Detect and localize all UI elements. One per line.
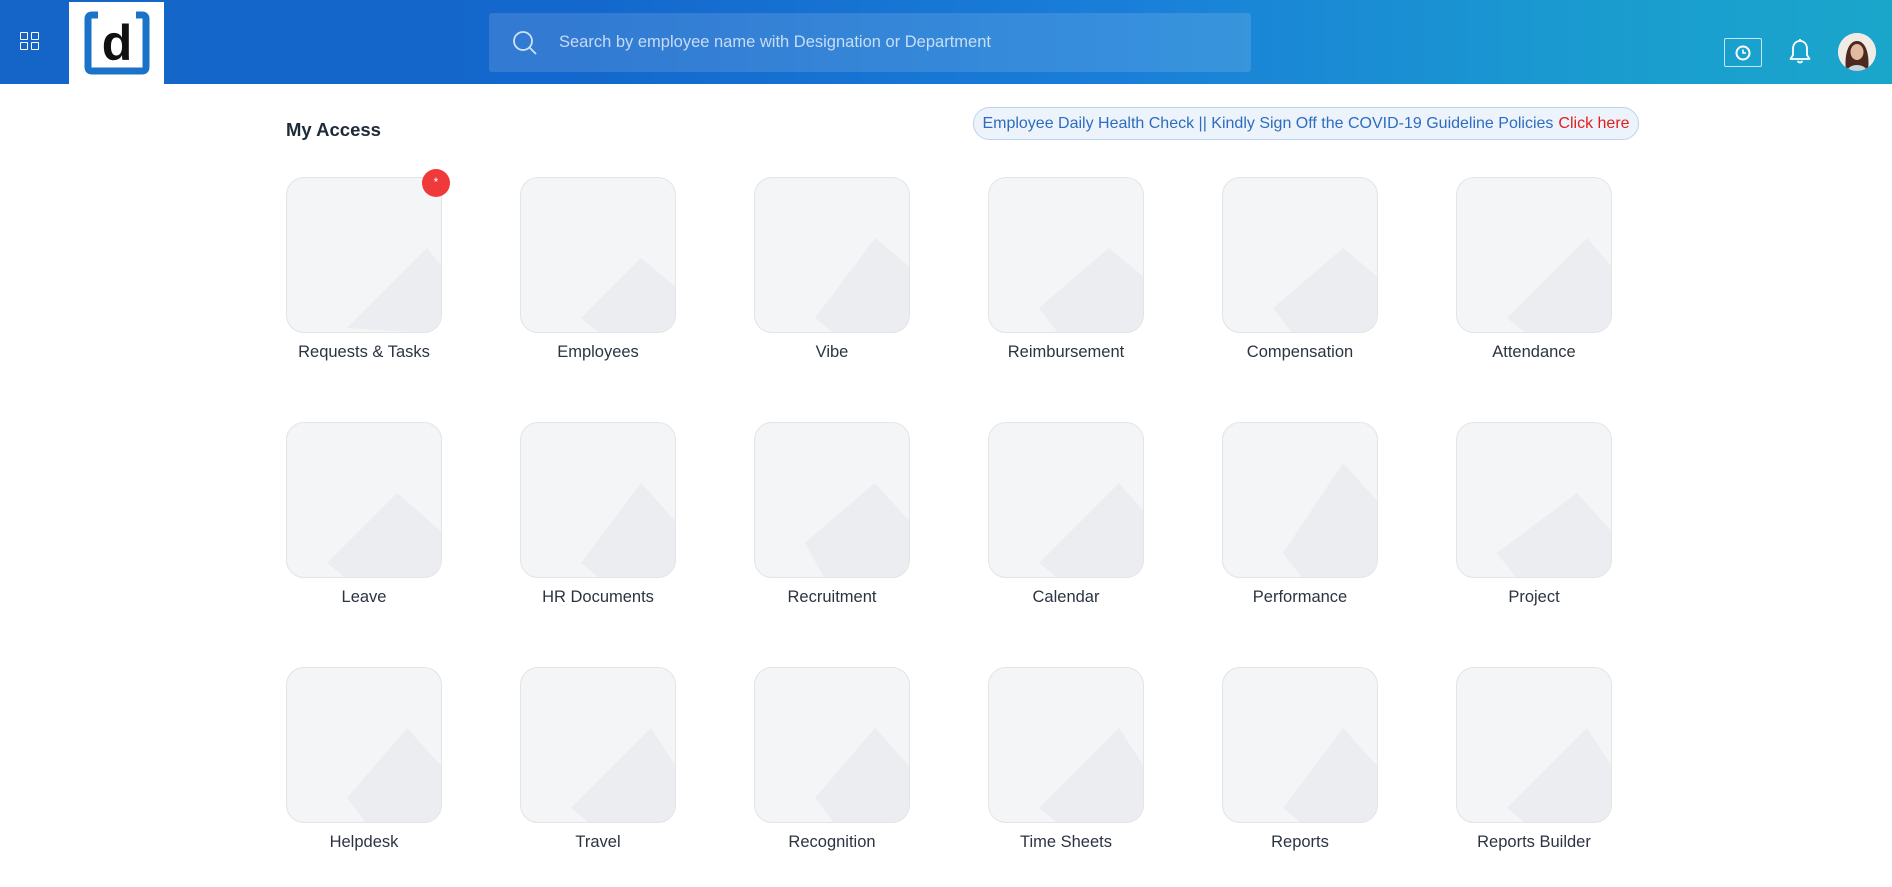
tile-card[interactable] [286, 422, 442, 578]
banner-click-here-link[interactable]: Click here [1558, 115, 1629, 133]
reports-icon [1283, 728, 1377, 822]
tile-card[interactable]: ✦ ✦ ✦ [754, 667, 910, 823]
tile-card[interactable] [754, 422, 910, 578]
hr-documents-icon [581, 483, 675, 577]
tile-calendar[interactable]: Calendar [988, 422, 1144, 607]
tile-card[interactable] [1222, 667, 1378, 823]
search-bar[interactable] [489, 13, 1251, 72]
calendar-icon [1039, 483, 1143, 577]
tile-label: Reports Builder [1477, 833, 1591, 851]
requests-tasks-icon [347, 248, 441, 332]
tile-card[interactable] [520, 422, 676, 578]
tile-reimbursement[interactable]: Reimbursement [988, 177, 1144, 362]
tile-vibe[interactable]: Vibe [754, 177, 910, 362]
tile-label: Time Sheets [1019, 833, 1112, 851]
reports-builder-icon [1507, 728, 1611, 822]
tile-label: Performance [1252, 588, 1348, 606]
tile-helpdesk[interactable]: Helpdesk [286, 667, 442, 852]
tile-card[interactable] [520, 667, 676, 823]
apps-grid-icon[interactable] [20, 32, 41, 52]
reimbursement-icon [1039, 248, 1143, 332]
notification-bell-icon[interactable] [1788, 38, 1812, 66]
tile-reports[interactable]: Reports [1222, 667, 1378, 852]
tile-card[interactable] [754, 177, 910, 333]
top-header: d [0, 0, 1892, 84]
recruitment-icon [805, 483, 909, 577]
tile-label: Helpdesk [329, 833, 399, 851]
svg-text:d: d [101, 15, 132, 71]
tile-card[interactable] [1456, 422, 1612, 578]
tile-label: Travel [575, 833, 621, 851]
tile-label: Leave [341, 588, 387, 606]
tile-label: Compensation [1246, 343, 1354, 361]
logo-icon: d [84, 11, 149, 75]
tile-leave[interactable]: Leave [286, 422, 442, 607]
tile-reports-builder[interactable]: Reports Builder [1456, 667, 1612, 852]
attendance-icon [1507, 238, 1611, 332]
tile-hr-documents[interactable]: HR Documents [520, 422, 676, 607]
page-title: My Access [286, 119, 381, 140]
tile-label: Reimbursement [1007, 343, 1125, 361]
tile-card[interactable] [988, 177, 1144, 333]
notification-badge: * [422, 169, 450, 197]
tile-label: Attendance [1492, 343, 1576, 361]
tile-time-sheets[interactable]: Time Sheets [988, 667, 1144, 852]
company-logo[interactable]: d [69, 2, 164, 84]
clock-icon [1735, 45, 1751, 60]
tile-label: Reports [1271, 833, 1329, 851]
tile-card[interactable] [988, 422, 1144, 578]
helpdesk-icon [347, 728, 441, 822]
user-avatar[interactable] [1838, 33, 1876, 71]
avatar-photo [1838, 33, 1876, 71]
vibe-chat-icon [815, 238, 909, 332]
tile-compensation[interactable]: Compensation [1222, 177, 1378, 362]
leave-beach-icon [327, 493, 441, 577]
tile-label: Calendar [1032, 588, 1100, 606]
tile-card[interactable] [1456, 177, 1612, 333]
employees-icon [581, 258, 675, 332]
tile-card[interactable] [286, 177, 442, 333]
health-check-banner: Employee Daily Health Check || Kindly Si… [973, 107, 1639, 140]
tile-attendance[interactable]: Attendance [1456, 177, 1612, 362]
tile-card[interactable] [1456, 667, 1612, 823]
tile-performance[interactable]: Performance [1222, 422, 1378, 607]
tile-label: Recruitment [787, 588, 877, 606]
tile-label: Vibe [815, 343, 849, 361]
travel-icon [571, 728, 675, 822]
banner-text: Employee Daily Health Check || Kindly Si… [982, 114, 1554, 132]
tile-employees[interactable]: Employees [520, 177, 676, 362]
tile-label: Recognition [788, 833, 876, 851]
search-input[interactable] [559, 13, 1239, 72]
tile-label: Employees [557, 343, 639, 361]
time-sheets-icon [1039, 728, 1143, 822]
tile-card[interactable] [988, 667, 1144, 823]
performance-icon [1283, 463, 1377, 577]
search-icon [513, 31, 537, 55]
tile-requests-tasks[interactable]: Requests & Tasks [286, 177, 442, 362]
tile-card[interactable] [1222, 177, 1378, 333]
tile-card[interactable] [286, 667, 442, 823]
tile-card[interactable] [520, 177, 676, 333]
tile-label: HR Documents [542, 588, 654, 606]
tile-recruitment[interactable]: Recruitment [754, 422, 910, 607]
recognition-icon: ✦ ✦ ✦ [815, 728, 909, 822]
tile-travel[interactable]: Travel [520, 667, 676, 852]
compensation-icon [1273, 248, 1377, 332]
tile-label: Project [1508, 588, 1560, 606]
tile-recognition[interactable]: ✦ ✦ ✦ Recognition [754, 667, 910, 852]
tile-card[interactable] [1222, 422, 1378, 578]
clock-button[interactable] [1724, 38, 1762, 67]
tile-label: Requests & Tasks [298, 343, 430, 361]
tile-project[interactable]: Project [1456, 422, 1612, 607]
project-folder-icon [1497, 493, 1611, 577]
